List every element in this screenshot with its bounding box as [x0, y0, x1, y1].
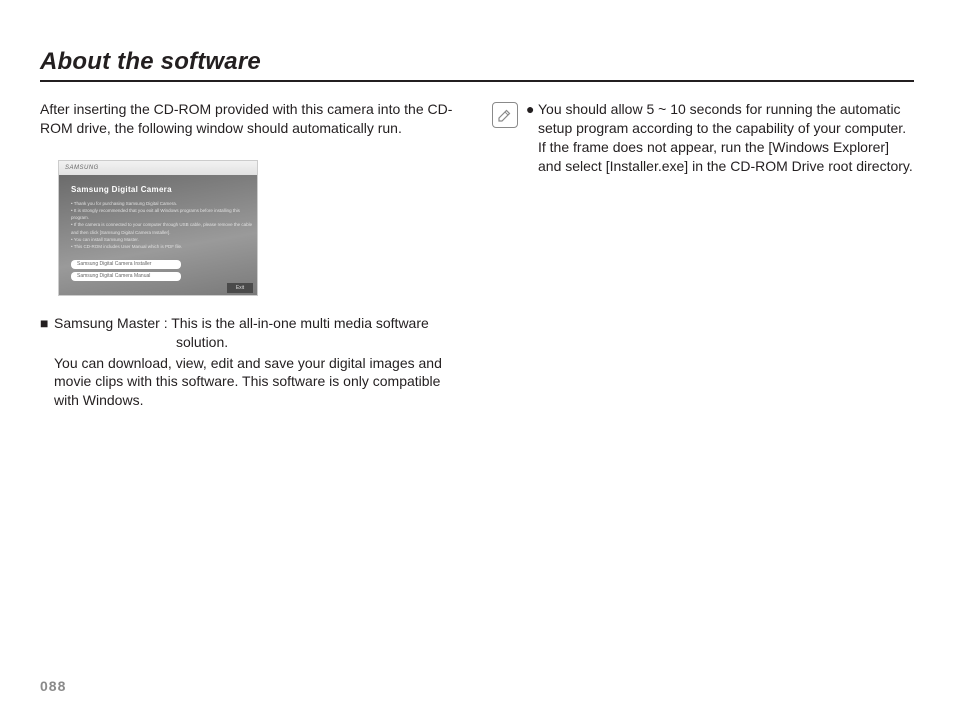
page-title: About the software: [40, 48, 914, 76]
samsung-logo: SAMSUNG: [65, 165, 99, 171]
installer-buttons: Samsung Digital Camera Installer Samsung…: [71, 257, 181, 281]
installer-bullets: Thank you for purchasing Samsung Digital…: [71, 200, 257, 250]
samsung-master-block: ■ Samsung Master : This is the all-in-on…: [40, 314, 462, 410]
pencil-note-icon: [496, 106, 514, 124]
note-text: You should allow 5 ~ 10 seconds for runn…: [538, 100, 914, 176]
samsung-master-desc-cont: solution.: [40, 333, 462, 352]
right-column: ● You should allow 5 ~ 10 seconds for ru…: [492, 100, 914, 410]
square-bullet-icon: ■: [40, 314, 54, 333]
manual-page: About the software After inserting the C…: [0, 0, 954, 720]
columns: After inserting the CD-ROM provided with…: [40, 100, 914, 410]
note-list: ● You should allow 5 ~ 10 seconds for ru…: [526, 100, 914, 176]
note-item: ● You should allow 5 ~ 10 seconds for ru…: [526, 100, 914, 176]
title-rule: About the software: [40, 48, 914, 82]
installer-bullet: This CD-ROM includes User Manual which i…: [71, 243, 257, 250]
installer-bullet: You can install Samsung Master.: [71, 236, 257, 243]
installer-exit-button: Exit: [227, 283, 253, 293]
note-block: ● You should allow 5 ~ 10 seconds for ru…: [492, 100, 914, 176]
installer-body: Samsung Digital Camera Thank you for pur…: [59, 175, 257, 295]
page-number: 088: [40, 678, 66, 694]
installer-heading: Samsung Digital Camera: [71, 185, 257, 194]
installer-bullet: If the camera is connected to your compu…: [71, 221, 257, 235]
installer-button: Samsung Digital Camera Manual: [71, 272, 181, 281]
bullet-icon: ●: [526, 100, 538, 176]
installer-screenshot: SAMSUNG Samsung Digital Camera Thank you…: [58, 160, 258, 296]
installer-titlebar: SAMSUNG: [59, 161, 257, 175]
intro-text: After inserting the CD-ROM provided with…: [40, 100, 462, 138]
left-column: After inserting the CD-ROM provided with…: [40, 100, 462, 410]
installer-bullet: Thank you for purchasing Samsung Digital…: [71, 200, 257, 207]
samsung-master-desc-first: This is the all-in-one multi media softw…: [171, 315, 429, 331]
installer-button: Samsung Digital Camera Installer: [71, 260, 181, 269]
samsung-master-label: Samsung Master :: [54, 315, 171, 331]
installer-bullet: It is strongly recommended that you exit…: [71, 207, 257, 221]
samsung-master-body: You can download, view, edit and save yo…: [40, 354, 462, 411]
note-icon: [492, 102, 518, 128]
